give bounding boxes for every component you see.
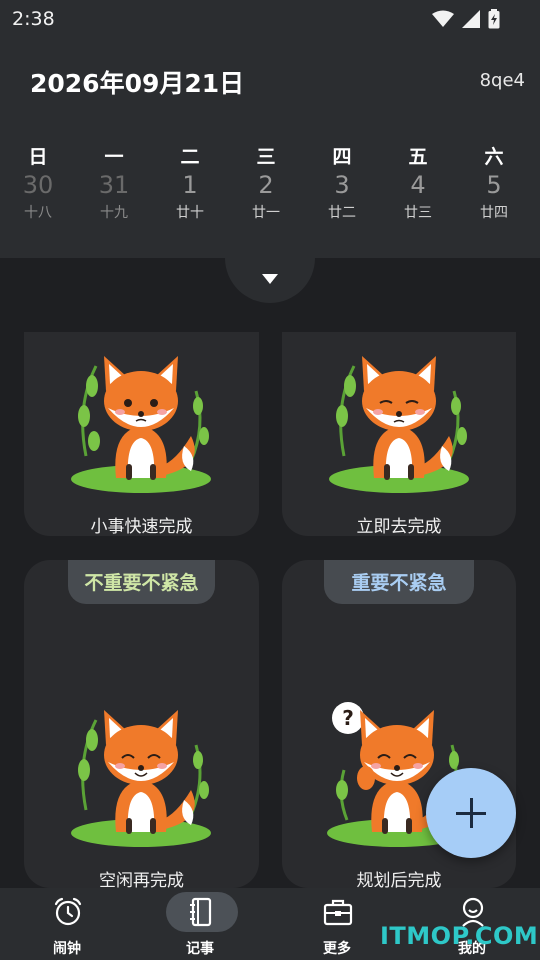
lunar-date: 廿三 xyxy=(404,205,432,221)
priority-tag: 不重要不紧急 xyxy=(68,560,215,604)
lunar-date: 十九 xyxy=(100,205,128,221)
day-number: 5 xyxy=(486,171,502,199)
card-label: 规划后完成 xyxy=(356,871,442,888)
lunar-date: 廿十 xyxy=(176,205,204,221)
chevron-down-icon[interactable] xyxy=(262,274,278,284)
weekday-label: 五 xyxy=(408,146,428,168)
calendar-day[interactable]: 六 5 廿四 xyxy=(464,142,524,222)
calendar-day[interactable]: 三 2 廿一 xyxy=(236,142,296,222)
nav-label: 更多 xyxy=(323,941,351,957)
fox-worried-illustration xyxy=(329,356,469,493)
battery-icon xyxy=(488,9,500,29)
calendar-day[interactable]: 日 30 十八 xyxy=(8,142,68,222)
weekday-label: 日 xyxy=(28,146,48,168)
day-number: 31 xyxy=(98,171,130,199)
weekday-label: 四 xyxy=(332,146,352,168)
add-task-button[interactable] xyxy=(426,768,516,858)
lunar-date: 十八 xyxy=(24,205,52,221)
alarm-clock-icon xyxy=(54,897,82,926)
day-number: 2 xyxy=(258,171,274,199)
date-title[interactable]: 2026年09月21日 xyxy=(30,64,244,100)
status-icons xyxy=(432,9,500,29)
calendar-day[interactable]: 一 31 十九 xyxy=(84,142,144,222)
nav-item-alarm[interactable]: 闹钟 xyxy=(12,888,122,960)
notebook-icon xyxy=(190,897,212,927)
day-number: 4 xyxy=(410,171,426,199)
quadrant-card-3[interactable]: 不重要不紧急 空闲再完成 xyxy=(24,560,259,888)
signal-icon xyxy=(462,10,480,28)
card-label: 空闲再完成 xyxy=(99,871,184,888)
nav-item-notes[interactable]: 记事 xyxy=(145,888,255,960)
fox-sad-illustration xyxy=(71,356,211,493)
weekday-label: 三 xyxy=(256,146,276,168)
lunar-date: 廿二 xyxy=(328,205,356,221)
day-number: 1 xyxy=(182,171,198,199)
week-strip: 日 30 十八 一 31 十九 二 1 廿十 三 2 廿一 四 3 廿二 五 4 廿三 六 5 廿四 xyxy=(0,142,540,232)
nav-label: 闹钟 xyxy=(53,941,81,957)
date-code: 8qe4 xyxy=(479,70,525,91)
quadrant-card-1[interactable]: 小事快速完成 xyxy=(24,332,259,536)
weekday-label: 六 xyxy=(484,146,504,168)
quadrant-card-2[interactable]: 立即去完成 xyxy=(282,332,516,536)
watermark: ITMOP.COM xyxy=(380,922,539,950)
lunar-date: 廿一 xyxy=(252,205,280,221)
status-bar: 2:38 xyxy=(0,0,540,36)
calendar-day[interactable]: 二 1 廿十 xyxy=(160,142,220,222)
svg-text:?: ? xyxy=(342,706,354,730)
nav-label: 记事 xyxy=(186,941,214,957)
weekday-label: 一 xyxy=(104,146,124,168)
fox-happy-illustration xyxy=(71,710,211,847)
calendar-day[interactable]: 四 3 廿二 xyxy=(312,142,372,222)
wifi-icon xyxy=(432,10,454,27)
nav-item-more[interactable]: 更多 xyxy=(282,888,392,960)
day-number: 3 xyxy=(334,171,350,199)
card-label: 立即去完成 xyxy=(356,517,442,536)
weekday-label: 二 xyxy=(180,146,200,168)
lunar-date: 廿四 xyxy=(480,205,508,221)
priority-tag: 重要不紧急 xyxy=(324,560,474,604)
calendar-day[interactable]: 五 4 廿三 xyxy=(388,142,448,222)
calendar-header: 2026年09月21日 8qe4 日 30 十八 一 31 十九 二 1 廿十 三 2 廿一 四 3 廿二 五… xyxy=(0,36,540,258)
card-label: 小事快速完成 xyxy=(90,517,193,536)
status-time: 2:38 xyxy=(12,8,55,30)
toolbox-icon xyxy=(323,899,353,926)
day-number: 30 xyxy=(22,171,54,199)
